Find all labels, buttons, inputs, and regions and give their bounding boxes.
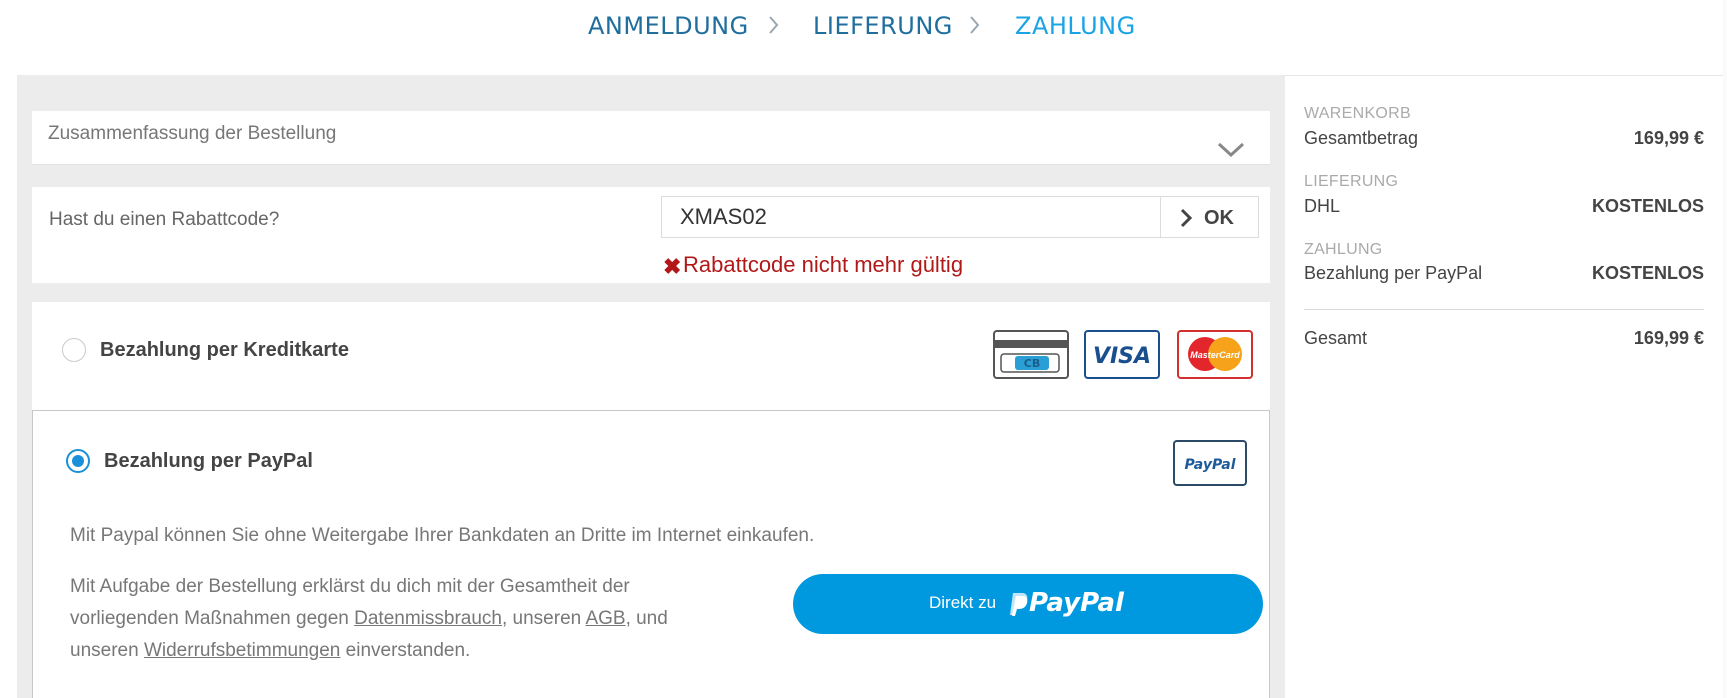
- cart-heading: WARENKORB: [1304, 105, 1412, 122]
- paypal-checkout-button[interactable]: Direkt zu PayPal: [793, 574, 1263, 634]
- divider: [1304, 309, 1704, 310]
- subtotal-value: 169,99 €: [1633, 128, 1704, 148]
- legal-text-part: , unseren: [501, 608, 586, 629]
- coupon-ok-label: OK: [1204, 207, 1234, 229]
- order-summary-title: Zusammenfassung der Bestellung: [48, 123, 337, 144]
- cb-card-icon: CB: [993, 330, 1069, 379]
- payment-value: KOSTENLOS: [1591, 263, 1704, 283]
- chevron-right-icon: [769, 16, 779, 34]
- chevron-down-icon[interactable]: [1216, 141, 1246, 159]
- divider: [1160, 197, 1161, 237]
- step-payment[interactable]: ZAHLUNG: [1015, 12, 1136, 40]
- paypal-button-prefix: Direkt zu: [929, 593, 997, 612]
- coupon-question: Hast du einen Rabattcode?: [49, 209, 280, 230]
- delivery-label: DHL: [1304, 196, 1341, 216]
- error-x-icon: ✖: [663, 254, 682, 279]
- legal-text: Mit Aufgabe der Bestellung erklärst du d…: [70, 571, 730, 667]
- coupon-ok-button[interactable]: OK: [1160, 196, 1259, 238]
- visa-logo: VISA: [1084, 330, 1160, 379]
- payment-methods: Bezahlung per Kreditkarte CB VISA Master…: [32, 302, 1270, 698]
- delivery-value: KOSTENLOS: [1591, 196, 1704, 216]
- svg-text:PayPal: PayPal: [1184, 457, 1235, 473]
- paypal-description: Mit Paypal können Sie ohne Weitergabe Ih…: [70, 525, 815, 546]
- order-summary-panel[interactable]: Zusammenfassung der Bestellung: [32, 111, 1270, 165]
- subtotal-label: Gesamtbetrag: [1304, 128, 1419, 148]
- paypal-p-icon: [1009, 591, 1029, 617]
- coupon-panel: Hast du einen Rabattcode? OK ✖ Rabattcod…: [32, 187, 1270, 283]
- svg-text:MasterCard: MasterCard: [1190, 350, 1240, 360]
- svg-text:VISA: VISA: [1093, 344, 1151, 369]
- link-data-protection[interactable]: Datenmissbrauch: [354, 608, 502, 629]
- payment-heading: ZAHLUNG: [1304, 241, 1383, 258]
- coupon-error-text: Rabattcode nicht mehr gültig: [683, 252, 964, 277]
- mastercard-logo: MasterCard: [1177, 330, 1253, 379]
- chevron-right-icon: [1180, 208, 1193, 228]
- legal-text-part: einverstanden.: [340, 640, 471, 661]
- link-withdrawal[interactable]: Widerrufsbetimmungen: [144, 640, 340, 661]
- page-edge: [1723, 0, 1727, 698]
- checkout-steps: ANMELDUNG LIEFERUNG ZAHLUNG: [0, 0, 1727, 75]
- total-label: Gesamt: [1304, 328, 1368, 348]
- total-value: 169,99 €: [1633, 328, 1704, 348]
- order-sidebar: WARENKORB Gesamtbetrag 169,99 € LIEFERUN…: [1285, 75, 1727, 698]
- coupon-input[interactable]: [661, 196, 1161, 238]
- checkout-main: Zusammenfassung der Bestellung Hast du e…: [17, 75, 1285, 698]
- creditcard-radio[interactable]: [62, 338, 86, 362]
- creditcard-label: Bezahlung per Kreditkarte: [100, 339, 349, 361]
- delivery-heading: LIEFERUNG: [1304, 173, 1399, 190]
- paypal-logo: PayPal: [1173, 440, 1247, 486]
- svg-text:CB: CB: [1024, 357, 1040, 370]
- paypal-button-brand: PayPal: [1029, 588, 1124, 618]
- step-delivery[interactable]: LIEFERUNG: [813, 12, 953, 40]
- payment-option-paypal[interactable]: Bezahlung per PayPal PayPal Mit Paypal k…: [32, 410, 1270, 698]
- divider: [32, 164, 1270, 165]
- paypal-label: Bezahlung per PayPal: [104, 450, 313, 472]
- chevron-right-icon: [970, 16, 980, 34]
- paypal-radio[interactable]: [66, 449, 90, 473]
- payment-option-creditcard[interactable]: Bezahlung per Kreditkarte CB VISA Master…: [32, 302, 1270, 410]
- payment-label: Bezahlung per PayPal: [1304, 263, 1483, 283]
- coupon-error: ✖ Rabattcode nicht mehr gültig: [663, 252, 964, 279]
- link-terms[interactable]: AGB: [585, 608, 625, 629]
- step-login[interactable]: ANMELDUNG: [588, 12, 749, 40]
